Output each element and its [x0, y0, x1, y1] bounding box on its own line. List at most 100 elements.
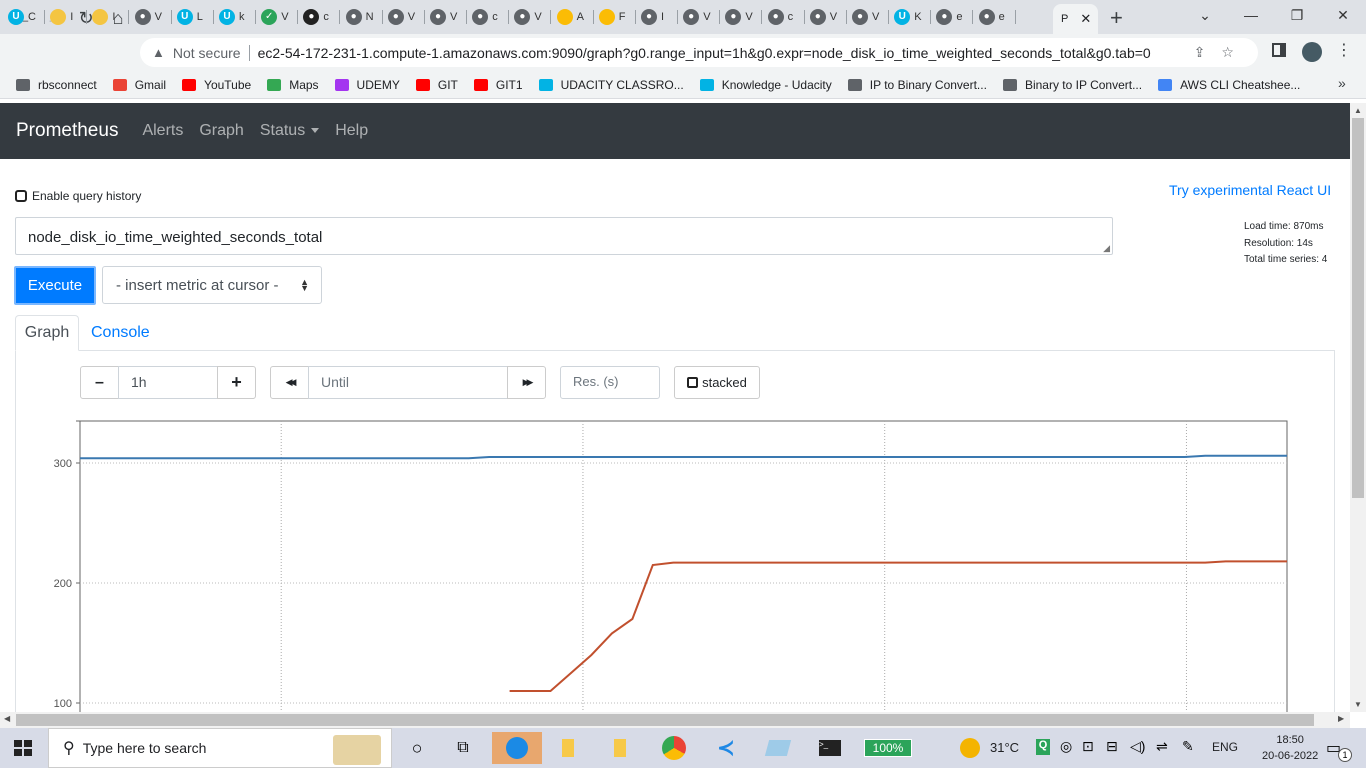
volume-icon[interactable]: ◁)	[1130, 738, 1145, 755]
bookmark-item[interactable]: GIT	[415, 78, 458, 92]
nav-help[interactable]: Help	[335, 122, 368, 140]
brand[interactable]: Prometheus	[16, 120, 118, 142]
bookmark-item[interactable]: Maps	[267, 78, 319, 92]
bookmarks-more[interactable]: »	[1338, 75, 1346, 91]
restore-icon[interactable]: ❐	[1274, 0, 1320, 30]
browser-tab[interactable]: ● e	[978, 4, 1005, 30]
range-plus-button[interactable]: +	[217, 366, 256, 399]
browser-tab[interactable]: UL	[176, 4, 203, 30]
insert-metric-select[interactable]: - insert metric at cursor - ▲ ▼	[102, 266, 322, 304]
cortana-icon[interactable]: ○	[397, 732, 437, 764]
side-panel-icon[interactable]	[1272, 43, 1286, 57]
menu-icon[interactable]: ⋮	[1336, 40, 1352, 60]
browser-tab[interactable]: ● e	[936, 4, 963, 30]
horizontal-scroll-thumb[interactable]	[16, 714, 1314, 726]
bookmark-item[interactable]: Gmail	[112, 78, 166, 92]
range-minus-button[interactable]: –	[80, 366, 119, 399]
browser-tab[interactable]: ● I	[641, 4, 664, 30]
enable-history[interactable]: Enable query history	[15, 189, 141, 203]
tab-search-icon[interactable]: ⌄	[1182, 0, 1228, 30]
profile-avatar[interactable]	[1302, 42, 1322, 62]
tray-icon-4[interactable]: ⇌	[1156, 738, 1168, 755]
browser-tab[interactable]: A	[556, 4, 584, 30]
browser-tab[interactable]: ✓ V	[261, 4, 289, 30]
pen-icon[interactable]: ✎	[1182, 738, 1194, 755]
browser-tab[interactable]: ● c	[303, 4, 329, 30]
language[interactable]: ENG	[1212, 740, 1238, 754]
bookmark-item[interactable]: YouTube	[182, 78, 251, 92]
scroll-left-icon[interactable]: ◀	[4, 714, 10, 723]
close-window-icon[interactable]: ✕	[1320, 0, 1366, 30]
browser-tab[interactable]: ● V	[852, 4, 879, 30]
browser-tab[interactable]: ● N	[345, 4, 374, 30]
tab-graph[interactable]: Graph	[15, 315, 79, 351]
task-view-icon[interactable]: ⧉	[443, 732, 483, 764]
browser-tab[interactable]: Uk	[219, 4, 245, 30]
bookmark-star-icon[interactable]: ☆	[1221, 44, 1234, 61]
windows-start-icon[interactable]	[14, 740, 32, 756]
clock[interactable]: 18:50 20-06-2022	[1262, 732, 1318, 764]
nav-graph[interactable]: Graph	[199, 122, 243, 140]
weather-icon[interactable]	[960, 738, 980, 758]
network-icon[interactable]: ⊟	[1106, 738, 1118, 755]
vertical-scroll-thumb[interactable]	[1352, 118, 1364, 498]
file-explorer-icon[interactable]	[548, 732, 588, 764]
resize-handle-icon[interactable]: ◢	[1103, 243, 1110, 254]
tray-app-icon[interactable]: Q	[1036, 739, 1050, 755]
bookmark-item[interactable]: UDACITY CLASSRO...	[538, 78, 684, 92]
nav-status[interactable]: Status	[260, 122, 320, 140]
bookmark-item[interactable]: Knowledge - Udacity	[699, 78, 832, 92]
browser-tab[interactable]: F	[598, 4, 626, 30]
nav-alerts[interactable]: Alerts	[142, 122, 183, 140]
resolution-input[interactable]: Res. (s)	[560, 366, 660, 399]
forward-time-button[interactable]: ▶▶	[507, 366, 546, 399]
stacked-button[interactable]: stacked	[674, 366, 760, 399]
url-text[interactable]: ec2-54-172-231-1.compute-1.amazonaws.com…	[258, 45, 1188, 61]
not-secure-label[interactable]: Not secure	[173, 45, 241, 61]
share-icon[interactable]: ⇪	[1194, 44, 1206, 61]
bookmark-item[interactable]: GIT1	[473, 78, 523, 92]
scroll-up-icon[interactable]: ▲	[1354, 106, 1362, 115]
browser-tab[interactable]: ● c	[472, 4, 498, 30]
browser-tab[interactable]: I	[50, 4, 73, 30]
scroll-down-icon[interactable]: ▼	[1354, 700, 1362, 709]
browser-tab[interactable]: I	[92, 4, 115, 30]
warning-icon[interactable]: ▲	[152, 45, 165, 60]
bookmark-item[interactable]: Binary to IP Convert...	[1002, 78, 1142, 92]
bookmark-item[interactable]: AWS CLI Cheatshee...	[1158, 78, 1300, 92]
tray-icon-2[interactable]: ◎	[1060, 738, 1072, 755]
history-checkbox[interactable]	[15, 190, 27, 202]
until-input[interactable]: Until	[308, 366, 508, 399]
browser-tab[interactable]: ● V	[809, 4, 837, 30]
vscode-icon[interactable]: ≺	[706, 732, 746, 764]
react-ui-link[interactable]: Try experimental React UI	[1169, 182, 1331, 198]
minimize-icon[interactable]: —	[1228, 0, 1274, 30]
file-explorer-2-icon[interactable]	[600, 732, 640, 764]
browser-tab[interactable]: UC	[8, 4, 36, 30]
terminal-icon[interactable]: >_	[810, 732, 850, 764]
browser-tab[interactable]: ● V	[430, 4, 457, 30]
browser-tab[interactable]: UK	[894, 4, 922, 30]
bookmark-item[interactable]: rbsconnect	[16, 78, 97, 92]
query-input[interactable]: node_disk_io_time_weighted_seconds_total…	[15, 217, 1113, 255]
back-time-button[interactable]: ◀◀	[270, 366, 309, 399]
bookmark-item[interactable]: IP to Binary Convert...	[847, 78, 987, 92]
taskbar-search[interactable]: ⚲ Type here to search	[48, 728, 392, 768]
scroll-right-icon[interactable]: ▶	[1338, 714, 1344, 723]
browser-tab[interactable]: ● c	[767, 4, 793, 30]
battery-badge[interactable]: 100%	[864, 739, 912, 757]
browser-tab[interactable]: ● V	[514, 4, 542, 30]
browser-tab[interactable]: ● V	[134, 4, 162, 30]
tab-console[interactable]: Console	[91, 324, 150, 342]
address-bar[interactable]: ▲ Not secure ec2-54-172-231-1.compute-1.…	[140, 38, 1258, 67]
graph-chart[interactable]: 300 200 100	[40, 413, 1300, 712]
browser-tab[interactable]: ● V	[683, 4, 711, 30]
execute-button[interactable]: Execute	[14, 266, 96, 305]
active-tab[interactable]: P ✕	[1053, 4, 1098, 34]
edge-icon[interactable]	[492, 732, 542, 764]
tray-icon-3[interactable]: ⊡	[1082, 738, 1094, 755]
notes-icon[interactable]	[758, 732, 798, 764]
bookmark-item[interactable]: UDEMY	[334, 78, 400, 92]
browser-tab[interactable]: ● V	[725, 4, 753, 30]
close-tab-icon[interactable]: ✕	[1080, 11, 1091, 27]
